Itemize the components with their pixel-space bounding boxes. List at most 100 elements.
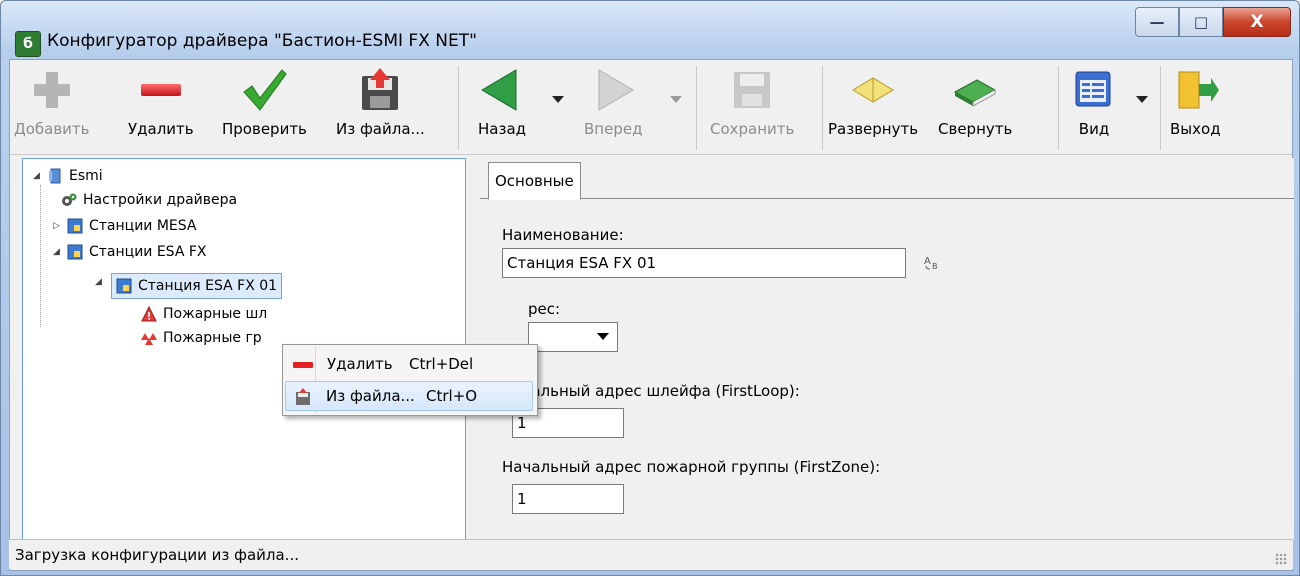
collapse-arrow-icon[interactable]: ◢ (95, 277, 102, 287)
minimize-button[interactable]: — (1135, 7, 1179, 37)
tree-item-label: Станция ESA FX 01 (138, 278, 278, 294)
first-zone-label: Начальный адрес пожарной группы (FirstZo… (502, 458, 881, 476)
address-select[interactable] (528, 322, 618, 352)
status-bar: Загрузка конфигурации из файла... (9, 539, 1293, 569)
address-label: рес: (528, 300, 561, 318)
forward-button[interactable]: Вперед (584, 66, 642, 150)
exit-button-label: Выход (1170, 120, 1221, 138)
resize-grip-icon[interactable] (1275, 553, 1287, 565)
app-icon[interactable]: б (15, 31, 41, 57)
tree-guide-line (40, 185, 41, 327)
svg-text:B: B (932, 262, 938, 270)
tab-strip: Основные (480, 158, 1294, 200)
server-icon (47, 168, 63, 184)
minus-icon (293, 362, 313, 368)
exit-door-icon (1171, 66, 1220, 114)
name-label: Наименование: (502, 226, 624, 244)
view-button-label: Вид (1078, 120, 1110, 138)
station-icon (67, 244, 83, 260)
client-area: Добавить Удалить Проверить Из файла... Н… (9, 59, 1294, 571)
check-button-label: Проверить (222, 120, 307, 138)
maximize-button[interactable]: □ (1179, 7, 1223, 37)
back-button[interactable]: Назад (478, 66, 526, 150)
add-button-label: Добавить (14, 120, 90, 138)
view-window-icon (1070, 66, 1118, 114)
tree-item-driver-settings[interactable]: Настройки драйвера (61, 189, 237, 211)
forward-dropdown-arrow-icon[interactable] (670, 96, 682, 103)
collapse-button-label: Свернуть (938, 120, 1013, 138)
menu-item-load-from-file[interactable]: Из файла... Ctrl+O (285, 381, 533, 411)
floppy-upload-icon (356, 66, 404, 114)
toolbar-separator (1160, 66, 1161, 150)
tree-item-label: Станции ESA FX (89, 244, 207, 260)
toolbar: Добавить Удалить Проверить Из файла... Н… (10, 60, 1292, 155)
menu-item-shortcut: Ctrl+O (426, 387, 478, 405)
plus-icon (28, 66, 76, 114)
view-button[interactable]: Вид (1070, 66, 1118, 150)
exit-button[interactable]: Выход (1170, 66, 1221, 150)
tree-item-esmi[interactable]: Esmi (47, 165, 103, 187)
load-from-file-button[interactable]: Из файла... (336, 66, 425, 150)
back-button-label: Назад (478, 120, 527, 138)
forward-button-label: Вперед (584, 120, 643, 138)
delete-button[interactable]: Удалить (128, 66, 194, 150)
menu-item-label: Из файла... (326, 387, 415, 405)
warning-group-icon (141, 330, 157, 346)
checkmark-icon (240, 66, 288, 114)
first-loop-label: Начальный адрес шлейфа (FirstLoop): (502, 382, 800, 400)
collapse-arrow-icon[interactable]: ◢ (33, 171, 40, 181)
context-menu: Удалить Ctrl+Del Из файла... Ctrl+O (282, 344, 538, 416)
rename-icon[interactable]: AB (924, 252, 942, 271)
check-button[interactable]: Проверить (222, 66, 307, 150)
view-dropdown-arrow-icon[interactable] (1136, 96, 1148, 103)
save-button[interactable]: Сохранить (710, 66, 794, 150)
properties-panel: Основные Наименование: Станция ESA FX 01… (476, 158, 1294, 540)
menu-item-label: Удалить (327, 355, 393, 373)
toolbar-separator (822, 66, 823, 150)
toolbar-separator (696, 66, 697, 150)
tree-item-fire-loops[interactable]: Пожарные шл (141, 303, 267, 325)
closed-book-icon (951, 66, 999, 114)
first-zone-input[interactable]: 1 (512, 484, 624, 514)
name-input[interactable]: Станция ESA FX 01 (502, 248, 906, 278)
expand-arrow-icon[interactable]: ▷ (53, 221, 60, 231)
tree-item-label: Пожарные гр (163, 330, 262, 346)
collapse-button[interactable]: Свернуть (938, 66, 1012, 150)
tree-item-label: Станции MESA (89, 218, 197, 234)
delete-button-label: Удалить (128, 120, 194, 138)
tree-item-label: Esmi (69, 168, 103, 184)
tree-item-label: Настройки драйвера (83, 192, 238, 208)
tree-item-mesa[interactable]: Станции MESA (67, 215, 197, 237)
toolbar-separator (458, 66, 459, 150)
save-button-label: Сохранить (710, 120, 795, 138)
open-book-icon (849, 66, 897, 114)
main-window: б Конфигуратор драйвера "Бастион-ESMI FX… (0, 0, 1300, 576)
toolbar-separator (1058, 66, 1059, 150)
expand-button[interactable]: Развернуть (828, 66, 918, 150)
window-title: Конфигуратор драйвера "Бастион-ESMI FX N… (47, 31, 477, 51)
tree-item-esa[interactable]: Станции ESA FX (67, 241, 207, 263)
menu-item-delete[interactable]: Удалить Ctrl+Del (285, 349, 533, 379)
expand-button-label: Развернуть (828, 120, 919, 138)
back-dropdown-arrow-icon[interactable] (552, 96, 564, 103)
forward-arrow-icon (589, 66, 637, 114)
menu-item-shortcut: Ctrl+Del (409, 355, 474, 373)
back-arrow-icon (478, 66, 526, 114)
floppy-disk-icon (728, 66, 776, 114)
floppy-upload-icon (294, 388, 312, 406)
collapse-arrow-icon[interactable]: ◢ (53, 247, 60, 257)
tree-item-station-selected[interactable]: Станция ESA FX 01 (111, 273, 283, 299)
minus-icon (137, 66, 185, 114)
svg-text:A: A (924, 256, 931, 267)
title-bar[interactable]: б Конфигуратор драйвера "Бастион-ESMI FX… (1, 1, 1299, 59)
chevron-down-icon (597, 333, 609, 340)
tree-item-label: Пожарные шл (163, 306, 268, 322)
tab-main[interactable]: Основные (488, 162, 581, 200)
station-icon (116, 278, 132, 294)
station-icon (67, 218, 83, 234)
tree-item-fire-groups[interactable]: Пожарные гр (141, 327, 262, 349)
status-text: Загрузка конфигурации из файла... (15, 545, 299, 564)
warning-icon (141, 305, 157, 322)
close-button[interactable]: X (1223, 7, 1291, 37)
add-button[interactable]: Добавить (14, 66, 90, 150)
